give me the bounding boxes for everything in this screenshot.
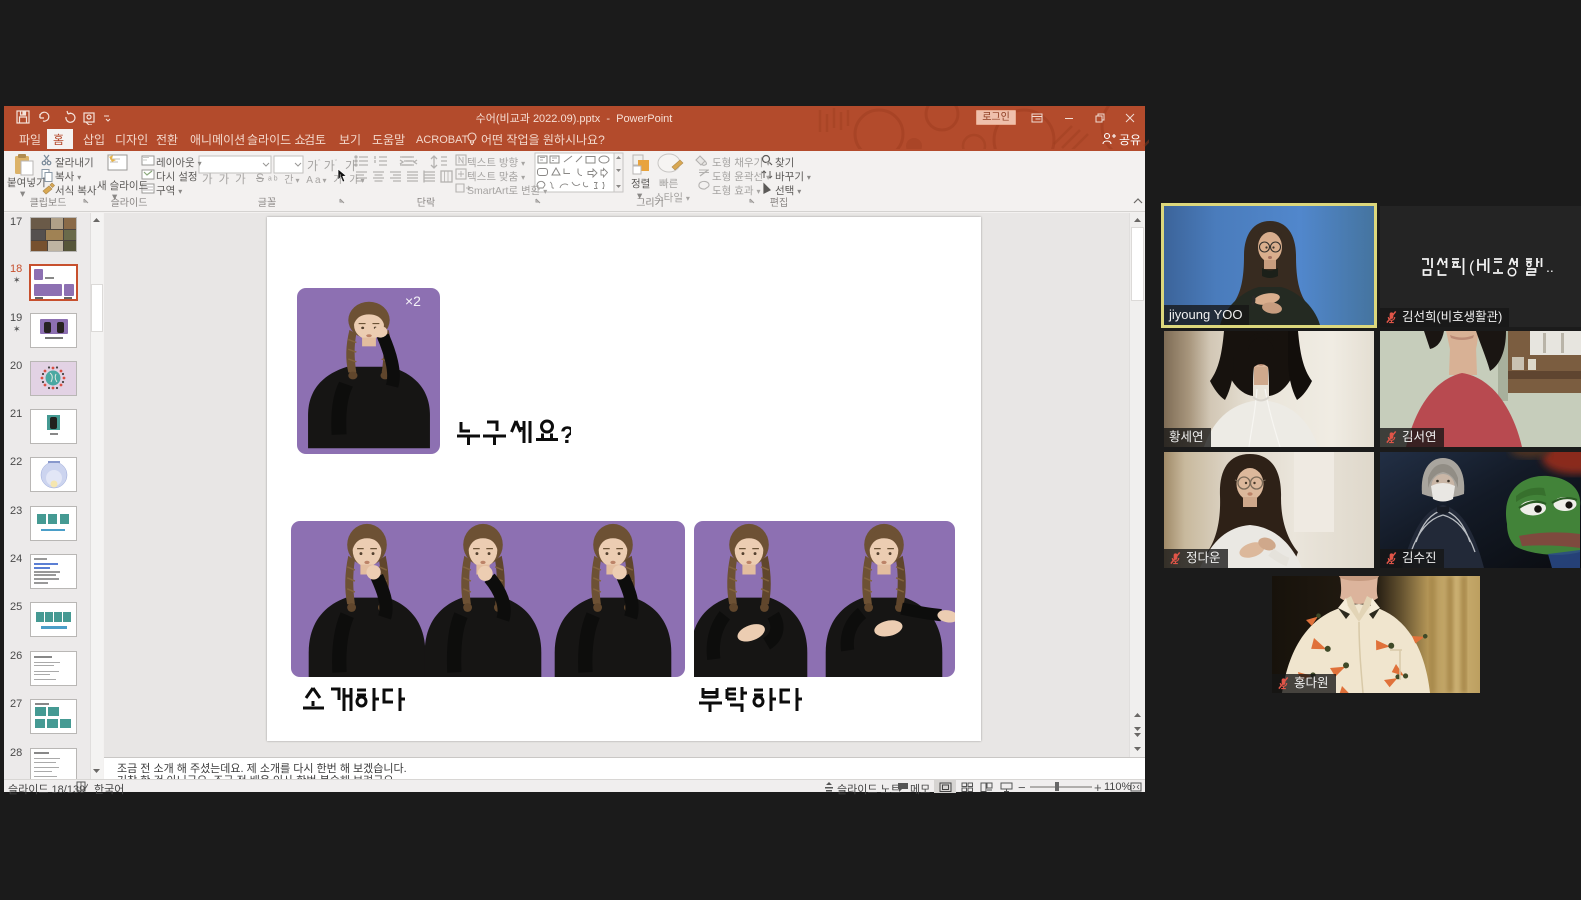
svg-text:(: (	[1469, 259, 1475, 276]
svg-text:...: ...	[1546, 259, 1554, 275]
svg-text:?: ?	[560, 422, 571, 447]
